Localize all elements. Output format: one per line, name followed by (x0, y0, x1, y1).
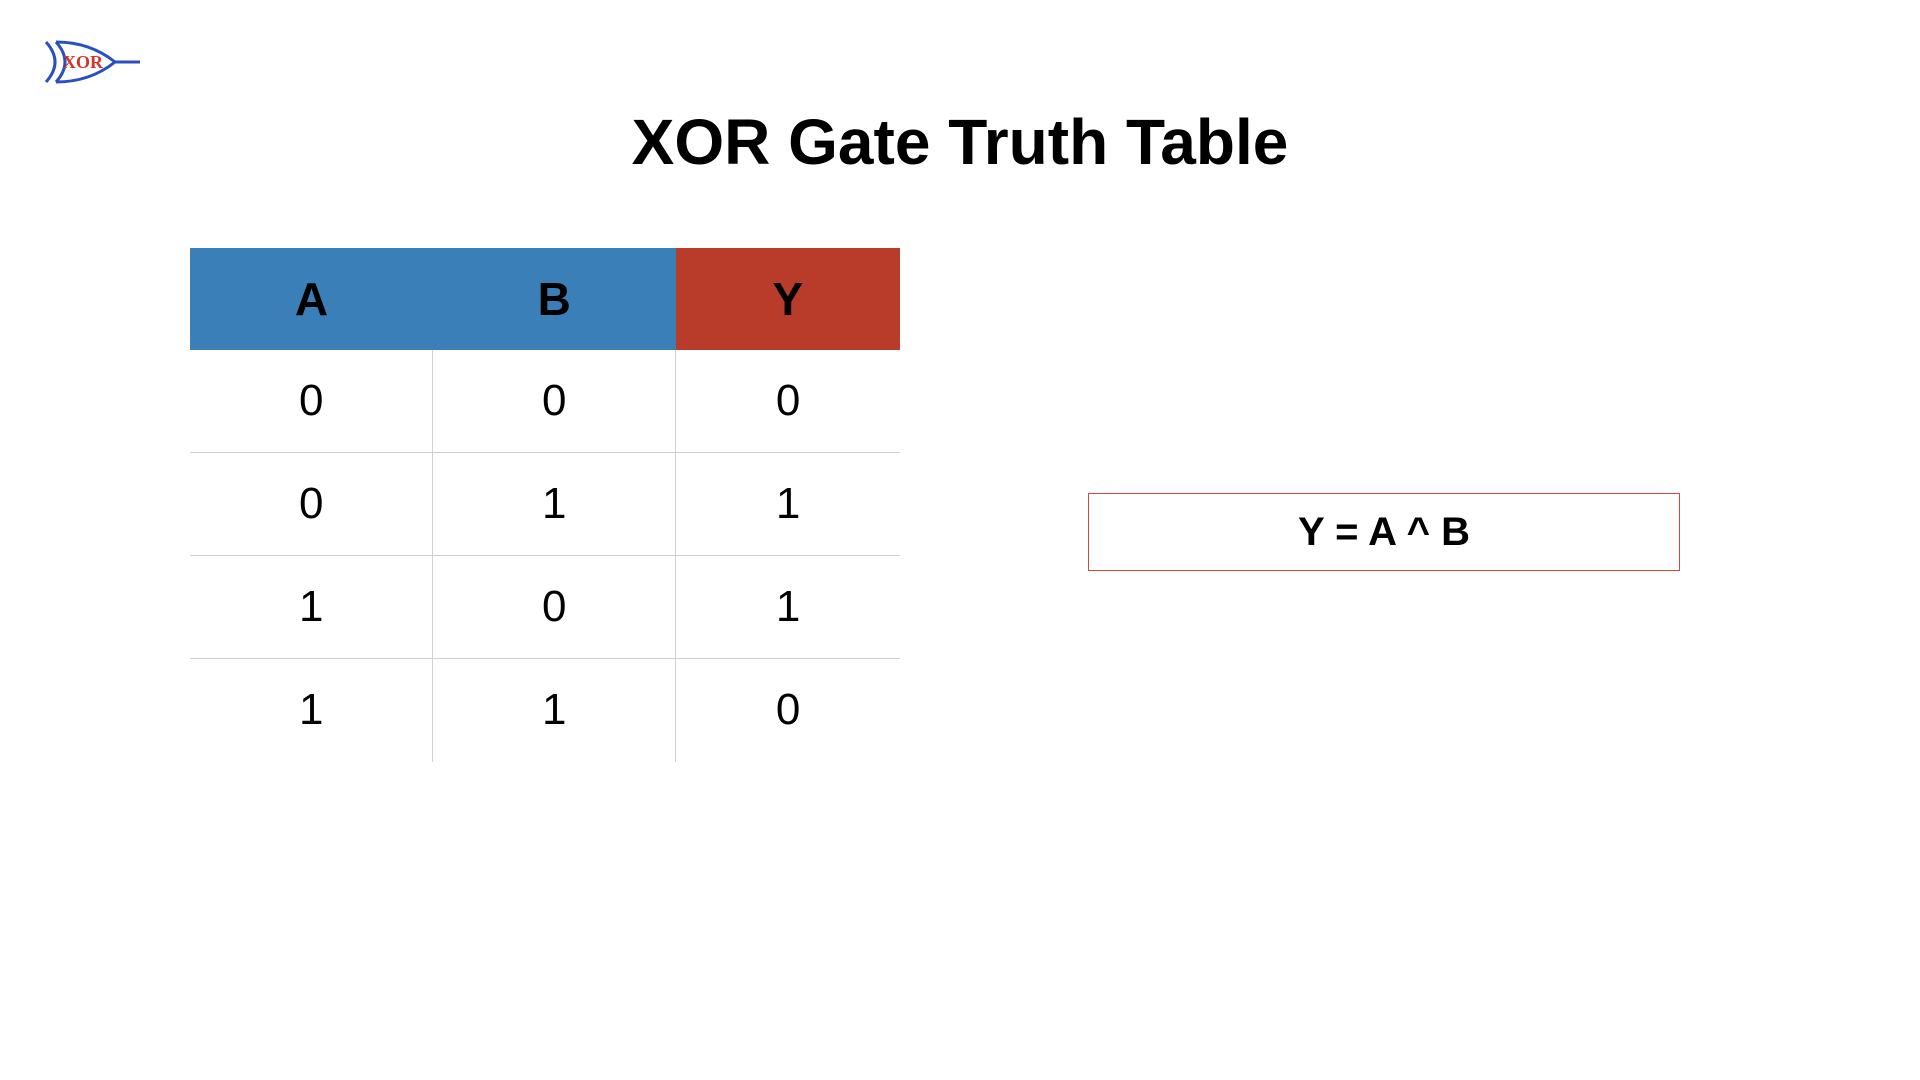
cell-y: 1 (676, 556, 900, 659)
cell-a: 1 (190, 659, 433, 762)
formula-text: Y = A ^ B (1298, 510, 1470, 555)
table-row: 0 1 1 (190, 453, 900, 556)
table-row: 1 0 1 (190, 556, 900, 659)
cell-a: 0 (190, 453, 433, 556)
cell-a: 1 (190, 556, 433, 659)
page-title: XOR Gate Truth Table (0, 105, 1920, 179)
header-b: B (433, 248, 676, 350)
cell-y: 1 (676, 453, 900, 556)
cell-b: 0 (433, 350, 676, 453)
table-row: 1 1 0 (190, 659, 900, 762)
cell-b: 1 (433, 659, 676, 762)
cell-b: 0 (433, 556, 676, 659)
formula-box: Y = A ^ B (1088, 493, 1680, 571)
cell-a: 0 (190, 350, 433, 453)
cell-b: 1 (433, 453, 676, 556)
header-y: Y (676, 248, 900, 350)
truth-table: A B Y 0 0 0 0 1 1 1 0 1 1 1 (190, 248, 900, 762)
cell-y: 0 (676, 350, 900, 453)
cell-y: 0 (676, 659, 900, 762)
xor-gate-logo-icon: XOR (40, 32, 150, 97)
table-header-row: A B Y (190, 248, 900, 350)
logo-text: XOR (63, 52, 104, 72)
header-a: A (190, 248, 433, 350)
table-row: 0 0 0 (190, 350, 900, 453)
